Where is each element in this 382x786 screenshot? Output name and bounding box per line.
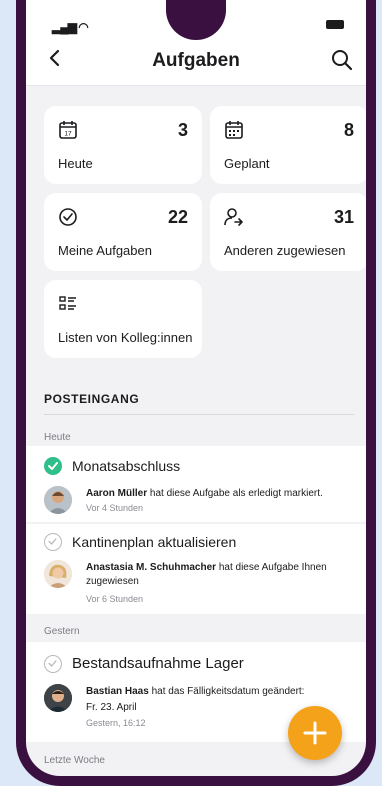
task-title: Kantinenplan aktualisieren — [72, 534, 237, 550]
user-assigned-icon — [224, 208, 243, 226]
task-checkbox[interactable] — [44, 533, 62, 551]
tile-label: Geplant — [224, 156, 270, 171]
app-header: Aufgaben — [26, 36, 366, 86]
phone-frame: ▂▄▆ ◠ Aufgaben 17 3 Heute 8 Geplant 22 M… — [16, 0, 376, 786]
list-item[interactable]: Kantinenplan aktualisieren Anastasia M. … — [26, 524, 366, 614]
group-label-letzte-woche: Letzte Woche — [44, 755, 105, 766]
person-photo-icon — [44, 684, 72, 712]
list-item[interactable]: Monatsabschluss Aaron Müller hat diese A… — [26, 446, 366, 522]
activity-user: Bastian Haas — [86, 686, 149, 697]
svg-text:17: 17 — [64, 131, 72, 138]
app-screen: ▂▄▆ ◠ Aufgaben 17 3 Heute 8 Geplant 22 M… — [26, 0, 366, 776]
list-icon — [59, 296, 76, 310]
tile-anderen-zugewiesen[interactable]: 31 Anderen zugewiesen — [210, 193, 366, 271]
check-circle-icon — [59, 208, 77, 226]
tile-count: 3 — [177, 120, 188, 140]
avatar — [44, 560, 72, 588]
activity-message: Bastian Haas hat das Fälligkeitsdatum ge… — [86, 685, 342, 699]
activity-user: Anastasia M. Schuhmacher — [86, 562, 217, 573]
add-task-button[interactable] — [288, 706, 342, 760]
tile-count: 22 — [167, 207, 188, 227]
avatar — [44, 684, 72, 712]
tile-count: 8 — [343, 120, 354, 140]
tile-heute[interactable]: 17 3 Heute — [44, 106, 202, 184]
signal-wifi-icon: ▂▄▆ ◠ — [52, 20, 89, 34]
task-checkbox[interactable] — [44, 655, 62, 673]
activity-time: Gestern, 16:12 — [86, 718, 146, 728]
check-icon — [48, 462, 58, 470]
check-icon — [48, 538, 57, 545]
activity-text: hat diese Aufgabe als erledigt markiert. — [149, 488, 323, 499]
calendar-day-icon: 17 — [59, 121, 77, 139]
avatar — [44, 486, 72, 514]
calendar-planned-icon — [225, 121, 243, 139]
inbox-title: POSTEINGANG — [44, 392, 140, 406]
person-photo-icon — [44, 486, 72, 514]
section-divider — [44, 414, 354, 415]
activity-user: Aaron Müller — [86, 488, 148, 499]
tile-label: Anderen zugewiesen — [224, 243, 346, 258]
search-button[interactable] — [330, 48, 354, 72]
search-icon — [332, 50, 353, 71]
tile-label: Listen von Kolleg:innen — [58, 330, 193, 345]
group-label-heute: Heute — [44, 432, 71, 443]
activity-text: hat das Fälligkeitsdatum geändert: — [151, 686, 305, 697]
activity-time: Vor 6 Stunden — [86, 594, 144, 604]
check-icon — [48, 660, 57, 667]
task-title: Bestandsaufnahme Lager — [72, 655, 244, 672]
tile-label: Meine Aufgaben — [58, 243, 152, 258]
person-photo-icon — [44, 560, 72, 588]
tile-count: 31 — [333, 207, 354, 227]
task-checkbox[interactable] — [44, 457, 62, 475]
task-title: Monatsabschluss — [72, 458, 181, 474]
group-label-gestern: Gestern — [44, 626, 80, 637]
tile-label: Heute — [58, 156, 93, 171]
tile-meine-aufgaben[interactable]: 22 Meine Aufgaben — [44, 193, 202, 271]
plus-icon — [303, 721, 327, 745]
activity-time: Vor 4 Stunden — [86, 503, 144, 513]
activity-message: Anastasia M. Schuhmacher hat diese Aufga… — [86, 561, 342, 589]
tile-geplant[interactable]: 8 Geplant — [210, 106, 366, 184]
activity-message: Aaron Müller hat diese Aufgabe als erled… — [86, 487, 342, 501]
tile-listen-von-kolleginnen[interactable]: Listen von Kolleg:innen — [44, 280, 202, 358]
battery-icon — [326, 20, 344, 29]
page-title: Aufgaben — [152, 50, 240, 71]
